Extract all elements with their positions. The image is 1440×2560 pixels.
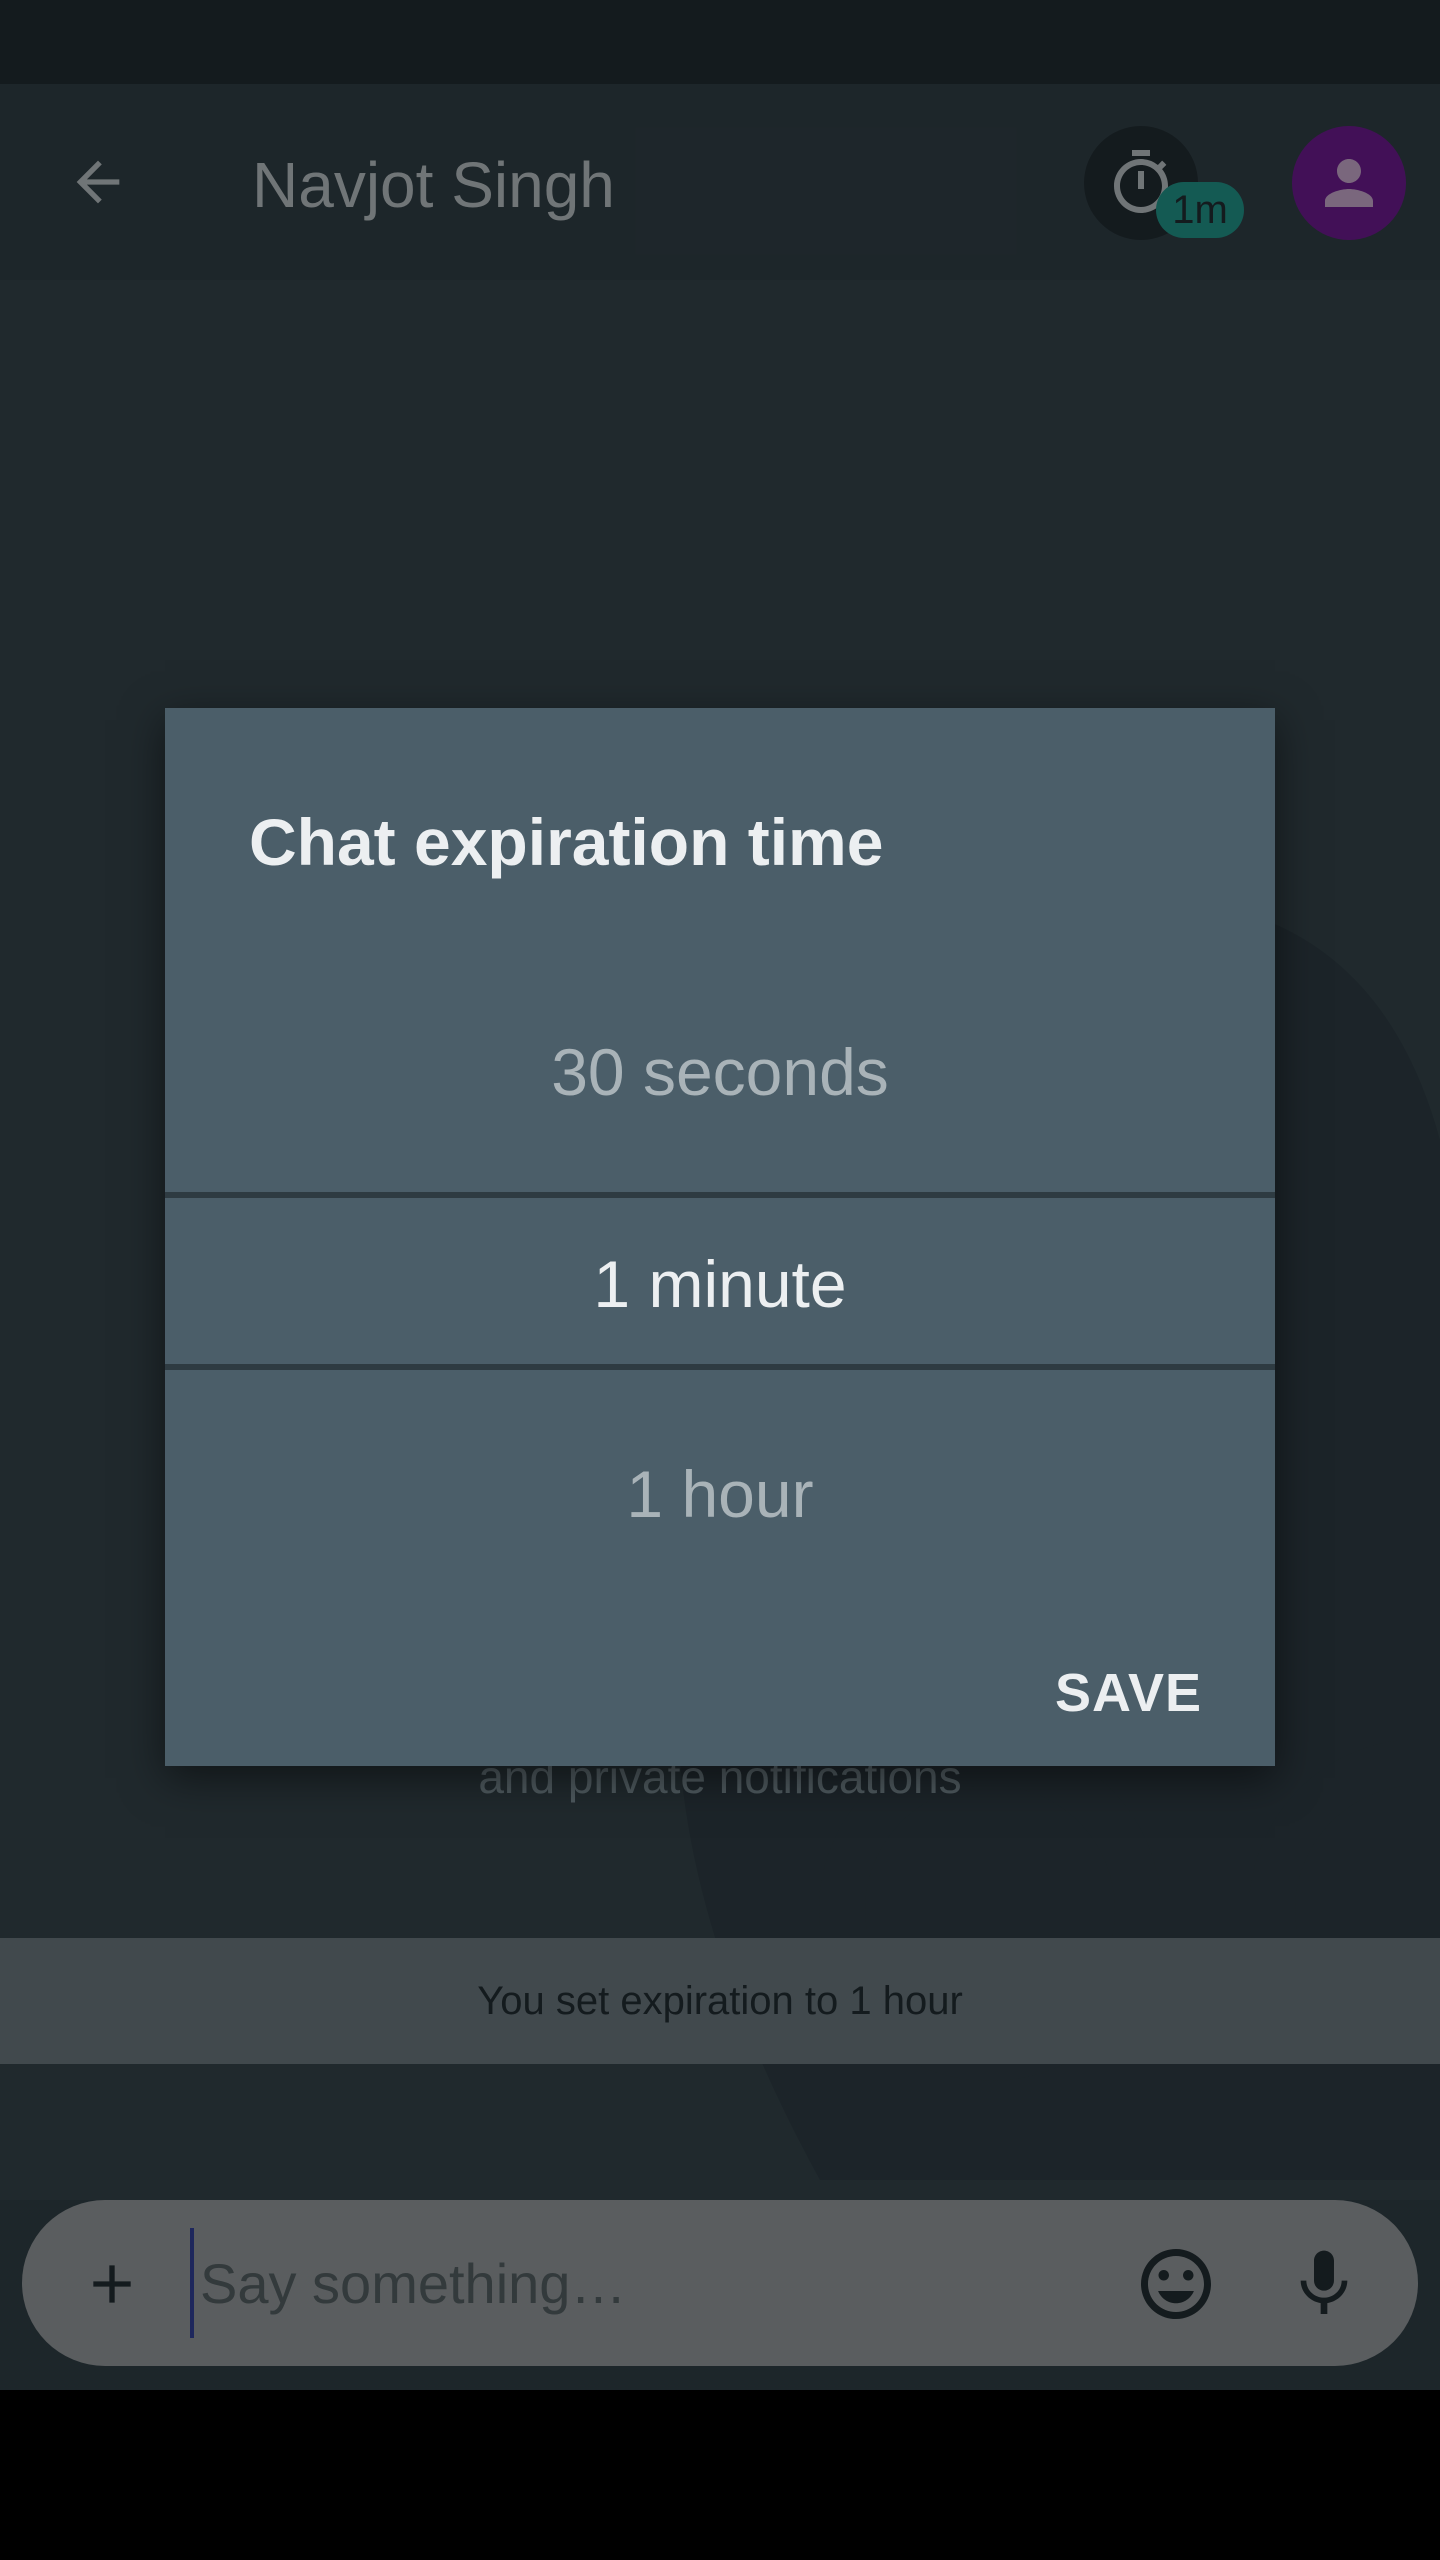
picker-option-previous[interactable]: 30 seconds — [165, 1034, 1275, 1110]
expiration-picker[interactable]: 30 seconds 1 minute 1 hour — [165, 908, 1275, 1548]
navigation-bar — [0, 2390, 1440, 2560]
expiration-dialog: Chat expiration time 30 seconds 1 minute… — [165, 708, 1275, 1766]
dialog-title: Chat expiration time — [249, 805, 884, 879]
save-button[interactable]: SAVE — [1035, 1648, 1222, 1738]
picker-option-selected[interactable]: 1 minute — [165, 1246, 1275, 1322]
picker-divider-top — [165, 1192, 1275, 1198]
picker-divider-bottom — [165, 1364, 1275, 1370]
app-screen: Navjot Singh 1m and private notification… — [0, 0, 1440, 2390]
picker-option-next[interactable]: 1 hour — [165, 1456, 1275, 1532]
